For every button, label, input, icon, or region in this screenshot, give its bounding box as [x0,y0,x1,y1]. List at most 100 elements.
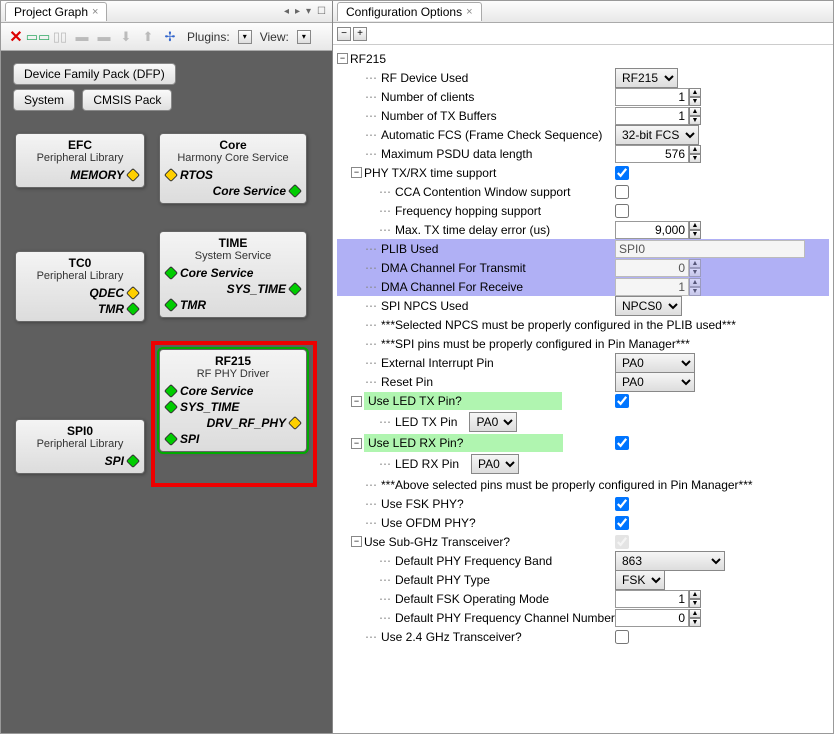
def-type-select[interactable]: FSK [615,570,665,590]
node-core[interactable]: Core Harmony Core Service RTOS Core Serv… [159,133,307,204]
close-icon[interactable]: × [92,6,98,18]
tab-max-icon[interactable]: ☐ [315,6,328,17]
graph-canvas[interactable]: Device Family Pack (DFP) System CMSIS Pa… [1,51,332,733]
port[interactable] [126,454,140,468]
node-tc0[interactable]: TC0 Peripheral Library QDEC TMR [15,251,145,322]
toggle-icon[interactable]: − [351,396,362,407]
toggle-icon[interactable]: − [351,536,362,547]
npcs-select[interactable]: NPCS0 [615,296,682,316]
use-ofdm-label: Use OFDM PHY? [381,516,484,530]
toggle-icon[interactable]: − [351,167,362,178]
phy-support-checkbox[interactable] [615,166,629,180]
use-24ghz-checkbox[interactable] [615,630,629,644]
num-txbuf-input[interactable] [615,107,689,125]
max-txdelay-input[interactable] [615,221,689,239]
node-subtitle: Peripheral Library [22,152,138,164]
tb-btn-2[interactable]: ▬ [95,28,113,46]
node-rf215[interactable]: RF215 RF PHY Driver Core Service SYS_TIM… [159,349,307,452]
port-label: SYS_TIME [166,282,286,296]
node-spi0[interactable]: SPI0 Peripheral Library SPI [15,419,145,474]
spinner[interactable]: ▲▼ [689,145,701,163]
port[interactable] [164,384,178,398]
port-label: RTOS [180,168,300,182]
use-led-rx-label: Use LED RX Pin? [364,434,563,452]
use-ofdm-checkbox[interactable] [615,516,629,530]
port[interactable] [164,400,178,414]
spinner[interactable]: ▲▼ [689,107,701,125]
ext-int-select[interactable]: PA0 [615,353,695,373]
npcs-label: SPI NPCS Used [381,299,476,313]
toggle-icon[interactable]: − [337,53,348,64]
node-efc[interactable]: EFC Peripheral Library MEMORY [15,133,145,188]
spinner[interactable]: ▲▼ [689,221,701,239]
tab-prev-icon[interactable]: ◂ [282,6,291,17]
use-led-tx-checkbox[interactable] [615,394,629,408]
port[interactable] [164,266,178,280]
right-tab-bar: Configuration Options × [333,1,833,23]
chip-dfp[interactable]: Device Family Pack (DFP) [13,63,176,85]
ungroup-button[interactable]: ▯▯ [51,28,69,46]
tb-btn-1[interactable]: ▬ [73,28,91,46]
auto-fcs-select[interactable]: 32-bit FCS [615,125,699,145]
max-txdelay-label: Max. TX time delay error (us) [395,223,558,237]
config-options-panel: Configuration Options × − + −RF215 ⋯RF D… [333,1,833,733]
port-label: DRV_RF_PHY [166,416,286,430]
cca-checkbox[interactable] [615,185,629,199]
spinner[interactable]: ▲▼ [689,88,701,106]
reset-pin-label: Reset Pin [381,375,441,389]
tab-next-icon[interactable]: ▸ [293,6,302,17]
port[interactable] [164,432,178,446]
def-fskmode-label: Default FSK Operating Mode [395,592,557,606]
def-band-select[interactable]: 863 [615,551,725,571]
port[interactable] [288,282,302,296]
toggle-icon[interactable]: − [351,438,362,449]
def-chan-label: Default PHY Frequency Channel Number [395,611,623,625]
port[interactable] [288,184,302,198]
group-button[interactable]: ▭▭ [29,28,47,46]
expand-all-button[interactable]: + [353,27,367,41]
node-time[interactable]: TIME System Service Core Service SYS_TIM… [159,231,307,318]
port-label: QDEC [22,286,124,300]
def-chan-input[interactable] [615,609,689,627]
use-led-rx-checkbox[interactable] [615,436,629,450]
tab-project-graph[interactable]: Project Graph × [5,2,107,21]
plugins-dropdown[interactable]: ▾ [238,30,252,44]
freqhop-checkbox[interactable] [615,204,629,218]
plugin-icon[interactable]: ✢ [161,28,179,46]
chip-cmsis[interactable]: CMSIS Pack [82,89,172,111]
port[interactable] [126,168,140,182]
tab-config-options[interactable]: Configuration Options × [337,2,482,21]
spinner: ▲▼ [689,278,701,296]
reset-pin-select[interactable]: PA0 [615,372,695,392]
port[interactable] [126,302,140,316]
num-clients-input[interactable] [615,88,689,106]
up-icon[interactable]: ⬆ [139,28,157,46]
graph-toolbar: ✕ ▭▭ ▯▯ ▬ ▬ ⬇ ⬆ ✢ Plugins: ▾ View: ▾ [1,23,332,51]
dma-rx-value: 1 [615,278,689,296]
note-spi-pins: ***SPI pins must be properly configured … [381,337,698,351]
down-icon[interactable]: ⬇ [117,28,135,46]
def-fskmode-input[interactable] [615,590,689,608]
tab-menu-icon[interactable]: ▾ [304,6,313,17]
port[interactable] [164,168,178,182]
delete-button[interactable]: ✕ [7,28,25,46]
view-dropdown[interactable]: ▾ [297,30,311,44]
use-fsk-checkbox[interactable] [615,497,629,511]
port[interactable] [164,298,178,312]
led-tx-pin-select[interactable]: PA0 [469,412,517,432]
def-band-label: Default PHY Frequency Band [395,554,560,568]
plugins-label: Plugins: [183,30,234,44]
spinner[interactable]: ▲▼ [689,590,701,608]
tree-toolbar: − + [333,23,833,45]
port[interactable] [288,416,302,430]
led-rx-pin-select[interactable]: PA0 [471,454,519,474]
port[interactable] [126,286,140,300]
max-psdu-input[interactable] [615,145,689,163]
dma-tx-value: 0 [615,259,689,277]
close-icon[interactable]: × [466,6,472,18]
dma-tx-label: DMA Channel For Transmit [381,261,534,275]
rf-device-select[interactable]: RF215 [615,68,678,88]
chip-system[interactable]: System [13,89,75,111]
spinner[interactable]: ▲▼ [689,609,701,627]
collapse-all-button[interactable]: − [337,27,351,41]
